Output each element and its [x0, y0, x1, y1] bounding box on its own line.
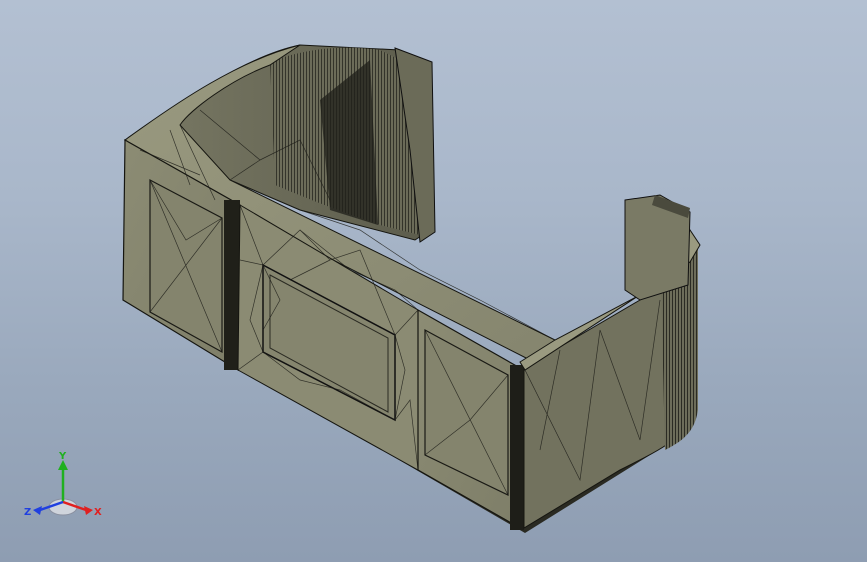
left-end-frame — [224, 200, 240, 370]
z-axis-label: Z — [24, 507, 31, 518]
x-axis-label: X — [94, 507, 102, 518]
orientation-triad[interactable]: Y X Z — [20, 440, 140, 560]
graphics-viewport[interactable]: Y X Z — [0, 0, 867, 562]
y-axis-label: Y — [58, 451, 67, 462]
x-axis-arrow-icon — [84, 506, 93, 515]
z-axis-arrow-icon — [33, 506, 42, 515]
front-right-frame — [510, 365, 524, 530]
